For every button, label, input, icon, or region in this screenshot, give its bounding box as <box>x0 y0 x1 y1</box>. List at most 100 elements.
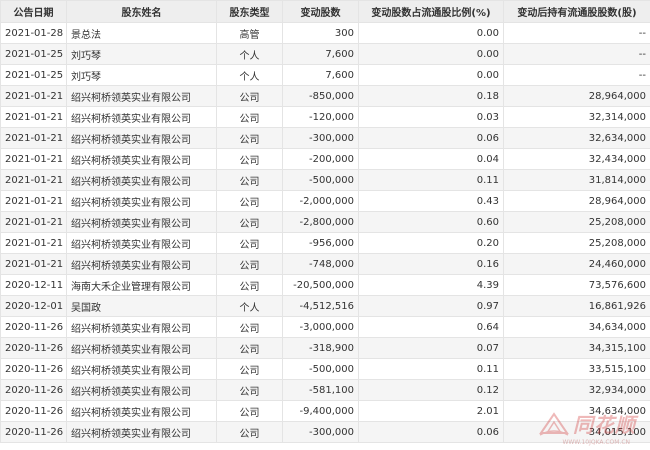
cell-change-shares: -500,000 <box>282 358 359 380</box>
cell-holder-name[interactable]: 刘巧琴 <box>66 64 217 86</box>
cell-date: 2021-01-21 <box>0 211 67 233</box>
cell-holder-type: 公司 <box>216 148 283 170</box>
cell-change-shares: -120,000 <box>282 106 359 128</box>
cell-change-shares: -300,000 <box>282 127 359 149</box>
cell-change-shares: -748,000 <box>282 253 359 275</box>
cell-holder-name[interactable]: 绍兴柯桥领英实业有限公司 <box>66 232 217 254</box>
cell-holder-name[interactable]: 绍兴柯桥领英实业有限公司 <box>66 169 217 191</box>
cell-holder-name[interactable]: 绍兴柯桥领英实业有限公司 <box>66 379 217 401</box>
cell-holder-type: 公司 <box>216 274 283 296</box>
cell-date: 2020-11-26 <box>0 358 67 380</box>
cell-change-ratio: 0.06 <box>358 421 504 443</box>
cell-date: 2020-11-26 <box>0 400 67 422</box>
cell-holder-name[interactable]: 景总法 <box>66 22 217 44</box>
table-row: 2020-11-26 绍兴柯桥领英实业有限公司 公司 -3,000,000 0.64 34… <box>0 316 650 338</box>
cell-after-shares: 33,515,100 <box>503 358 650 380</box>
cell-change-ratio: 0.07 <box>358 337 504 359</box>
table-row: 2020-11-26 绍兴柯桥领英实业有限公司 公司 -500,000 0.11 33,5… <box>0 358 650 380</box>
table-row: 2020-11-26 绍兴柯桥领英实业有限公司 公司 -581,100 0.12 32,9… <box>0 379 650 401</box>
cell-change-ratio: 0.43 <box>358 190 504 212</box>
cell-holder-type: 公司 <box>216 337 283 359</box>
cell-change-shares: 7,600 <box>282 64 359 86</box>
cell-holder-name[interactable]: 绍兴柯桥领英实业有限公司 <box>66 421 217 443</box>
cell-after-shares: 28,964,000 <box>503 85 650 107</box>
cell-change-shares: -4,512,516 <box>282 295 359 317</box>
table-row: 2021-01-28 景总法 高管 300 0.00 -- <box>0 22 650 44</box>
table-row: 2021-01-21 绍兴柯桥领英实业有限公司 公司 -2,800,000 0.60 25… <box>0 211 650 233</box>
cell-holder-type: 高管 <box>216 22 283 44</box>
cell-holder-type: 公司 <box>216 127 283 149</box>
cell-holder-name[interactable]: 刘巧琴 <box>66 43 217 65</box>
cell-after-shares: 32,434,000 <box>503 148 650 170</box>
cell-change-shares: -2,800,000 <box>282 211 359 233</box>
cell-date: 2020-12-01 <box>0 295 67 317</box>
cell-change-shares: 300 <box>282 22 359 44</box>
cell-holder-type: 个人 <box>216 295 283 317</box>
cell-date: 2021-01-21 <box>0 148 67 170</box>
cell-change-shares: -2,000,000 <box>282 190 359 212</box>
cell-holder-name[interactable]: 绍兴柯桥领英实业有限公司 <box>66 400 217 422</box>
cell-change-shares: -20,500,000 <box>282 274 359 296</box>
cell-holder-name[interactable]: 绍兴柯桥领英实业有限公司 <box>66 85 217 107</box>
cell-after-shares: 31,814,000 <box>503 169 650 191</box>
cell-holder-name[interactable]: 绍兴柯桥领英实业有限公司 <box>66 337 217 359</box>
cell-change-ratio: 0.64 <box>358 316 504 338</box>
header-change-shares[interactable]: 变动股数 <box>282 0 359 23</box>
cell-change-ratio: 0.18 <box>358 85 504 107</box>
cell-holder-name[interactable]: 绍兴柯桥领英实业有限公司 <box>66 316 217 338</box>
cell-change-ratio: 0.12 <box>358 379 504 401</box>
cell-holder-type: 个人 <box>216 43 283 65</box>
table-row: 2021-01-21 绍兴柯桥领英实业有限公司 公司 -500,000 0.11 31,8… <box>0 169 650 191</box>
cell-holder-type: 公司 <box>216 232 283 254</box>
cell-change-shares: -3,000,000 <box>282 316 359 338</box>
cell-holder-name[interactable]: 绍兴柯桥领英实业有限公司 <box>66 358 217 380</box>
cell-change-ratio: 0.97 <box>358 295 504 317</box>
cell-holder-name[interactable]: 绍兴柯桥领英实业有限公司 <box>66 211 217 233</box>
table-row: 2020-11-26 绍兴柯桥领英实业有限公司 公司 -9,400,000 2.01 34… <box>0 400 650 422</box>
table-row: 2021-01-21 绍兴柯桥领英实业有限公司 公司 -748,000 0.16 24,4… <box>0 253 650 275</box>
cell-after-shares: -- <box>503 22 650 44</box>
cell-date: 2021-01-28 <box>0 22 67 44</box>
cell-holder-name[interactable]: 绍兴柯桥领英实业有限公司 <box>66 148 217 170</box>
cell-holder-name[interactable]: 海南大禾企业管理有限公司 <box>66 274 217 296</box>
cell-holder-type: 公司 <box>216 358 283 380</box>
cell-holder-name[interactable]: 绍兴柯桥领英实业有限公司 <box>66 253 217 275</box>
cell-holder-type: 公司 <box>216 211 283 233</box>
cell-change-ratio: 0.03 <box>358 106 504 128</box>
cell-holder-name[interactable]: 吴国政 <box>66 295 217 317</box>
cell-change-shares: -200,000 <box>282 148 359 170</box>
header-holder-type[interactable]: 股东类型 <box>216 0 283 23</box>
cell-date: 2021-01-25 <box>0 64 67 86</box>
header-change-ratio[interactable]: 变动股数占流通股比例(%) <box>358 0 504 23</box>
cell-holder-name[interactable]: 绍兴柯桥领英实业有限公司 <box>66 190 217 212</box>
shareholder-change-table: 公告日期 股东姓名 股东类型 变动股数 变动股数占流通股比例(%) 变动后持有流… <box>0 0 650 443</box>
cell-change-shares: -850,000 <box>282 85 359 107</box>
table-row: 2021-01-25 刘巧琴 个人 7,600 0.00 -- <box>0 64 650 86</box>
cell-date: 2021-01-21 <box>0 232 67 254</box>
cell-change-shares: -300,000 <box>282 421 359 443</box>
header-announce-date[interactable]: 公告日期 <box>0 0 67 23</box>
cell-after-shares: 32,634,000 <box>503 127 650 149</box>
table-row: 2021-01-21 绍兴柯桥领英实业有限公司 公司 -300,000 0.06 32,6… <box>0 127 650 149</box>
cell-holder-type: 公司 <box>216 379 283 401</box>
cell-date: 2020-11-26 <box>0 379 67 401</box>
cell-holder-type: 公司 <box>216 85 283 107</box>
cell-holder-type: 个人 <box>216 64 283 86</box>
cell-change-shares: -9,400,000 <box>282 400 359 422</box>
cell-change-ratio: 0.60 <box>358 211 504 233</box>
cell-change-ratio: 0.00 <box>358 64 504 86</box>
cell-holder-name[interactable]: 绍兴柯桥领英实业有限公司 <box>66 127 217 149</box>
cell-after-shares: 25,208,000 <box>503 232 650 254</box>
cell-after-shares: 25,208,000 <box>503 211 650 233</box>
cell-change-ratio: 0.04 <box>358 148 504 170</box>
table-row: 2021-01-21 绍兴柯桥领英实业有限公司 公司 -200,000 0.04 32,4… <box>0 148 650 170</box>
cell-date: 2021-01-21 <box>0 106 67 128</box>
cell-holder-name[interactable]: 绍兴柯桥领英实业有限公司 <box>66 106 217 128</box>
cell-change-ratio: 0.00 <box>358 22 504 44</box>
header-holder-name[interactable]: 股东姓名 <box>66 0 217 23</box>
cell-after-shares: 28,964,000 <box>503 190 650 212</box>
cell-holder-type: 公司 <box>216 190 283 212</box>
cell-after-shares: 34,015,100 <box>503 421 650 443</box>
header-after-shares[interactable]: 变动后持有流通股股数(股) <box>503 0 650 23</box>
cell-change-ratio: 0.06 <box>358 127 504 149</box>
